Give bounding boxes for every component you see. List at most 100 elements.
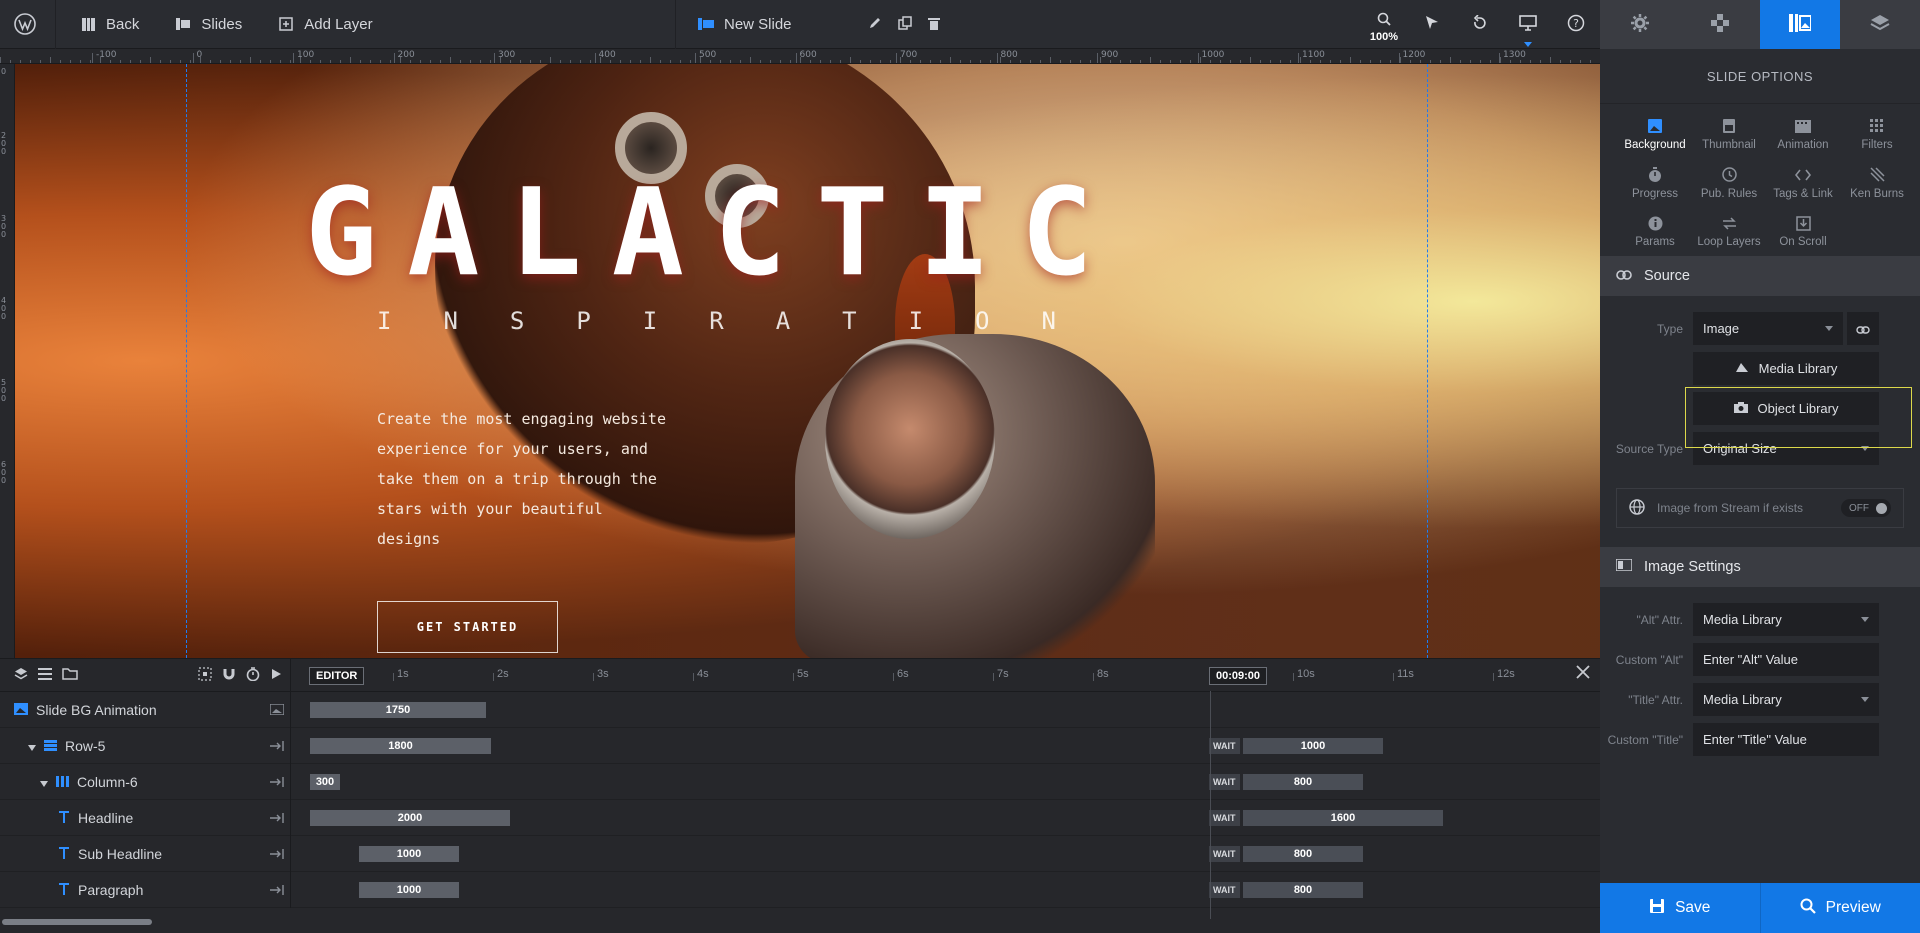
align-end-icon[interactable] [270, 774, 284, 790]
out-animation-bar[interactable]: 1000 [1243, 737, 1383, 754]
slide-name[interactable]: New Slide [680, 0, 810, 49]
out-animation-bar[interactable]: 800 [1243, 845, 1363, 862]
option-progress[interactable]: Progress [1618, 167, 1692, 208]
timeline-track[interactable]: 1000 WAIT 800 [291, 872, 1600, 908]
option-thumbnail[interactable]: Thumbnail [1692, 118, 1766, 159]
slides-button[interactable]: Slides [157, 0, 260, 49]
undo-button[interactable] [1456, 0, 1504, 49]
in-animation-bar[interactable]: 2000 [310, 809, 510, 826]
layer-name-cell[interactable]: Slide BG Animation [0, 691, 291, 728]
close-icon[interactable] [1576, 664, 1590, 682]
back-button[interactable]: Back [62, 0, 157, 49]
layer-name-cell[interactable]: Column-6 [0, 763, 291, 800]
alt-attr-select[interactable]: Media Library [1693, 603, 1879, 636]
ruler-tick [290, 60, 291, 63]
layers-icon[interactable] [14, 667, 28, 684]
grid-select-icon[interactable] [198, 666, 212, 684]
editor-tag[interactable]: EDITOR [309, 666, 365, 685]
horizontal-scrollbar[interactable] [2, 919, 152, 925]
timeline-row[interactable]: Paragraph 1000 WAIT 800 [0, 871, 1600, 908]
get-started-button[interactable]: GET STARTED [377, 601, 558, 653]
magnet-icon[interactable] [222, 667, 236, 684]
layer-name-cell[interactable]: Row-5 [0, 727, 291, 764]
add-layer-button[interactable]: Add Layer [260, 0, 390, 49]
ruler-tick [130, 60, 131, 63]
timeline-track[interactable]: 2000 WAIT 1600 [291, 800, 1600, 836]
custom-alt-input[interactable] [1693, 643, 1879, 676]
out-animation-bar[interactable]: 800 [1243, 881, 1363, 898]
timeline-track[interactable]: 1750 [291, 692, 1600, 728]
timeline-row[interactable]: Row-5 1800 WAIT 1000 [0, 727, 1600, 764]
ruler-tick [60, 60, 61, 63]
align-end-icon[interactable] [270, 882, 284, 898]
caret-down-icon[interactable] [40, 774, 48, 790]
preview-button[interactable]: Preview [1760, 883, 1920, 933]
option-pub-rules[interactable]: Pub. Rules [1692, 167, 1766, 208]
image-settings-section-header[interactable]: Image Settings [1600, 547, 1920, 587]
option-loop-layers[interactable]: Loop Layers [1692, 215, 1766, 256]
option-background[interactable]: Background [1618, 118, 1692, 159]
custom-title-input[interactable] [1693, 723, 1879, 756]
timeline-track[interactable]: 1000 WAIT 800 [291, 836, 1600, 872]
option-params[interactable]: Params [1618, 215, 1692, 256]
title-attr-select[interactable]: Media Library [1693, 683, 1879, 716]
device-button[interactable] [1504, 0, 1552, 49]
headline-layer[interactable]: GALACTIC [305, 164, 1123, 304]
save-button[interactable]: Save [1600, 883, 1761, 933]
timeline-track[interactable]: 1800 WAIT 1000 [291, 728, 1600, 764]
current-time[interactable]: 00:09:00 [1209, 666, 1268, 685]
list-icon[interactable] [38, 667, 52, 683]
layer-name-cell[interactable]: Sub Headline [0, 835, 291, 872]
trash-icon[interactable] [928, 16, 940, 33]
timeline-ruler[interactable]: EDITOR 00:09:00 1s 2s 3s 4s 5s 6s 7s 8s 10s 11s 12… [291, 659, 1600, 692]
timeline-row[interactable]: Headline 2000 WAIT 1600 [0, 799, 1600, 836]
tab-settings[interactable] [1600, 0, 1680, 49]
in-animation-bar[interactable]: 1000 [359, 881, 459, 898]
option-animation[interactable]: Animation [1766, 118, 1840, 159]
timeline-track[interactable]: 300 WAIT 800 [291, 764, 1600, 800]
subheadline-layer[interactable]: INSPIRATION [377, 307, 1108, 335]
out-animation-bar[interactable]: 800 [1243, 773, 1363, 790]
caret-down-icon[interactable] [28, 738, 36, 754]
link-source-button[interactable] [1847, 312, 1879, 345]
save-bar: Save Preview [1600, 883, 1920, 933]
layer-name-cell[interactable]: Headline [0, 799, 291, 836]
align-end-icon[interactable] [270, 810, 284, 826]
align-end-icon[interactable] [270, 846, 284, 862]
option-tags-link[interactable]: Tags & Link [1766, 167, 1840, 208]
source-section-header[interactable]: Source [1600, 256, 1920, 296]
help-button[interactable]: ? [1552, 0, 1600, 49]
timeline-playhead[interactable] [1210, 691, 1211, 919]
play-icon[interactable] [270, 667, 282, 683]
option-on-scroll[interactable]: On Scroll [1766, 215, 1840, 256]
media-library-button[interactable]: Media Library [1693, 352, 1879, 385]
image-icon[interactable] [269, 702, 285, 718]
tab-navigation[interactable] [1680, 0, 1760, 49]
tab-slide-options[interactable] [1760, 0, 1840, 49]
pencil-icon[interactable] [868, 16, 882, 33]
wordpress-logo-icon[interactable] [0, 0, 49, 49]
in-animation-bar[interactable]: 1800 [310, 737, 491, 754]
in-animation-bar[interactable]: 1750 [310, 701, 486, 718]
timeline-row[interactable]: Slide BG Animation 1750 [0, 691, 1600, 728]
chevron-down-icon [1861, 697, 1869, 702]
paragraph-layer[interactable]: Create the most engaging website experie… [377, 404, 667, 554]
option-ken-burns[interactable]: Ken Burns [1840, 167, 1914, 208]
option-filters[interactable]: Filters [1840, 118, 1914, 159]
type-select[interactable]: Image [1693, 312, 1843, 345]
align-end-icon[interactable] [270, 738, 284, 754]
tab-layers[interactable] [1840, 0, 1920, 49]
folder-icon[interactable] [62, 667, 78, 683]
timer-icon[interactable] [246, 666, 260, 684]
timeline-row[interactable]: Sub Headline 1000 WAIT 800 [0, 835, 1600, 872]
out-animation-bar[interactable]: 1600 [1243, 809, 1443, 826]
in-animation-bar[interactable]: 1000 [359, 845, 459, 862]
slide-canvas[interactable]: GALACTIC INSPIRATION Create the most eng… [15, 64, 1600, 658]
select-tool-button[interactable] [1408, 0, 1456, 49]
duplicate-icon[interactable] [898, 16, 912, 33]
in-animation-bar[interactable]: 300 [310, 773, 340, 790]
stream-toggle[interactable]: OFF [1841, 499, 1891, 517]
timeline-row[interactable]: Column-6 300 WAIT 800 [0, 763, 1600, 800]
zoom-button[interactable]: 100% [1360, 0, 1408, 49]
layer-name-cell[interactable]: Paragraph [0, 871, 291, 908]
